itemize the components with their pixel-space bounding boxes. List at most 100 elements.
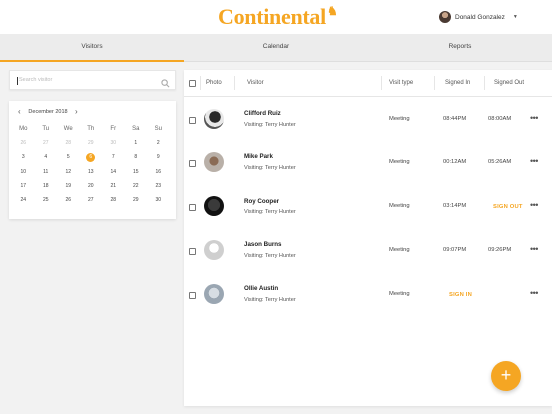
calendar-day[interactable]: 19 <box>57 183 80 189</box>
row-checkbox[interactable] <box>189 248 196 255</box>
calendar-day[interactable]: 16 <box>147 169 170 175</box>
calendar-day[interactable]: 14 <box>102 169 125 175</box>
calendar-day[interactable]: 13 <box>80 169 103 175</box>
column-header-signed-out[interactable]: Signed Out <box>494 80 524 86</box>
visiting-host: Visiting: Terry Hunter <box>244 122 296 128</box>
calendar-day-label: 3 <box>21 154 25 161</box>
search-box[interactable]: Search visitor <box>9 70 176 90</box>
table-row[interactable]: Ollie Austin Visiting: Terry Hunter Meet… <box>184 274 552 317</box>
visitor-name: Jason Burns <box>244 241 282 248</box>
calendar-day-label: 11 <box>43 168 49 175</box>
calendar-day[interactable]: 10 <box>12 169 35 175</box>
calendar-day-label: 29 <box>132 197 139 204</box>
calendar-day[interactable]: 27 <box>80 197 103 203</box>
calendar-day-label: 27 <box>87 197 94 204</box>
signed-in-time: 00:12AM <box>443 159 467 165</box>
signed-in-time: 09:07PM <box>443 247 467 253</box>
search-input[interactable]: Search visitor <box>19 77 52 83</box>
calendar-day[interactable]: 28 <box>57 140 80 146</box>
company-logo[interactable]: Continental♞ <box>218 4 338 30</box>
weekday-header-row: Mo Tu We Th Fr Sa Su <box>12 122 170 136</box>
calendar-day[interactable]: 4 <box>35 154 58 160</box>
calendar-day-label: 7 <box>111 154 115 161</box>
visiting-host: Visiting: Terry Hunter <box>244 165 296 171</box>
calendar-day[interactable]: 8 <box>125 154 148 160</box>
column-header-signed-in[interactable]: Signed In <box>445 80 470 86</box>
user-menu[interactable]: Donald Gonzalez ▼ <box>439 11 518 23</box>
calendar-day[interactable]: 17 <box>12 183 35 189</box>
calendar-day[interactable]: 11 <box>35 169 58 175</box>
tab-reports[interactable]: Reports <box>368 34 552 62</box>
calendar-day[interactable]: 22 <box>125 183 148 189</box>
add-visitor-button[interactable]: + <box>491 361 521 391</box>
more-horizontal-icon[interactable]: ••• <box>530 201 538 210</box>
calendar-day[interactable]: 30 <box>147 197 170 203</box>
calendar-day-label: 16 <box>155 168 162 175</box>
chevron-left-icon[interactable]: ‹ <box>18 107 21 116</box>
calendar-day[interactable]: 26 <box>57 197 80 203</box>
calendar-grid: Mo Tu We Th Fr Sa Su 26 27 28 29 30 1 2 3 4 5 6 7 8 9 10 11 12 1… <box>12 122 170 207</box>
calendar-day-label: 10 <box>20 168 27 175</box>
row-checkbox[interactable] <box>189 204 196 211</box>
calendar-day[interactable]: 23 <box>147 183 170 189</box>
visit-type: Meeting <box>389 203 410 209</box>
row-checkbox[interactable] <box>189 117 196 124</box>
calendar-day[interactable]: 30 <box>102 140 125 146</box>
column-header-visit-type[interactable]: Visit type <box>389 80 413 86</box>
row-checkbox[interactable] <box>189 292 196 299</box>
chevron-right-icon[interactable]: › <box>75 107 78 116</box>
column-divider <box>234 76 235 90</box>
calendar-day-label: 22 <box>132 182 139 189</box>
avatar <box>439 11 451 23</box>
column-divider <box>434 76 435 90</box>
calendar-day[interactable]: 3 <box>12 154 35 160</box>
sign-in-button[interactable]: SIGN IN <box>449 292 472 298</box>
calendar-day[interactable]: 27 <box>35 140 58 146</box>
search-icon[interactable] <box>161 75 170 93</box>
calendar-day[interactable]: 21 <box>102 183 125 189</box>
calendar-day-label: 30 <box>110 140 117 147</box>
calendar-day[interactable]: 29 <box>80 140 103 146</box>
calendar-day[interactable]: 5 <box>57 154 80 160</box>
calendar-day[interactable]: 29 <box>125 197 148 203</box>
table-row[interactable]: Roy Cooper Visiting: Terry Hunter Meetin… <box>184 186 552 229</box>
calendar-day[interactable]: 25 <box>35 197 58 203</box>
visitor-name: Clifford Ruiz <box>244 110 281 117</box>
calendar-day[interactable]: 2 <box>147 140 170 146</box>
visitor-photo <box>204 152 224 172</box>
sign-out-button[interactable]: SIGN OUT <box>493 204 523 210</box>
calendar-day-label: 20 <box>87 182 94 189</box>
calendar-day[interactable]: 24 <box>12 197 35 203</box>
calendar-day-label: 1 <box>134 140 138 147</box>
calendar-day[interactable]: 26 <box>12 140 35 146</box>
calendar-day[interactable]: 28 <box>102 197 125 203</box>
more-horizontal-icon[interactable]: ••• <box>530 289 538 298</box>
column-header-visitor[interactable]: Visitor <box>247 80 264 86</box>
calendar-day[interactable]: 20 <box>80 183 103 189</box>
tab-calendar[interactable]: Calendar <box>184 34 368 62</box>
signed-in-time: 08:44PM <box>443 116 467 122</box>
table-row[interactable]: Jason Burns Visiting: Terry Hunter Meeti… <box>184 230 552 273</box>
calendar-day[interactable]: 7 <box>102 154 125 160</box>
column-header-photo: Photo <box>206 80 222 86</box>
calendar-day-label: 18 <box>42 182 49 189</box>
select-all-checkbox[interactable] <box>189 80 196 87</box>
calendar-day[interactable]: 1 <box>125 140 148 146</box>
column-divider <box>381 76 382 90</box>
tab-visitors[interactable]: Visitors <box>0 34 184 62</box>
user-name: Donald Gonzalez <box>455 13 505 21</box>
calendar-day[interactable]: 9 <box>147 154 170 160</box>
calendar-day-label: 4 <box>44 154 48 161</box>
calendar-day[interactable]: 12 <box>57 169 80 175</box>
calendar-day-selected[interactable]: 6 <box>80 152 103 162</box>
calendar-day-label: 28 <box>65 140 72 147</box>
table-row[interactable]: Mike Park Visiting: Terry Hunter Meeting… <box>184 142 552 185</box>
row-checkbox[interactable] <box>189 160 196 167</box>
more-horizontal-icon[interactable]: ••• <box>530 157 538 166</box>
table-row[interactable]: Clifford Ruiz Visiting: Terry Hunter Mee… <box>184 98 552 141</box>
more-horizontal-icon[interactable]: ••• <box>530 114 538 123</box>
calendar-day[interactable]: 18 <box>35 183 58 189</box>
more-horizontal-icon[interactable]: ••• <box>530 245 538 254</box>
calendar-day[interactable]: 15 <box>125 169 148 175</box>
column-divider <box>484 76 485 90</box>
